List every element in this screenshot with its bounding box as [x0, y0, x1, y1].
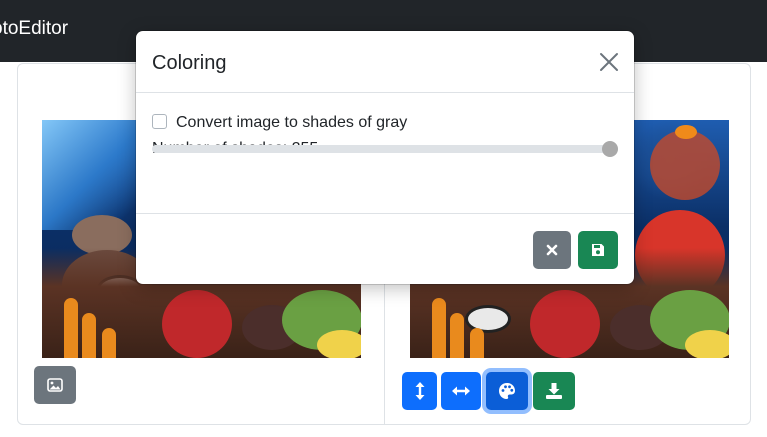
grayscale-checkbox[interactable] — [152, 114, 167, 129]
shades-slider[interactable] — [152, 145, 618, 153]
cancel-button[interactable] — [533, 231, 571, 269]
modal-title: Coloring — [152, 52, 227, 74]
close-icon — [546, 244, 558, 256]
save-icon — [592, 244, 604, 256]
save-button[interactable] — [578, 231, 618, 269]
modal-footer — [136, 214, 634, 284]
grayscale-checkbox-label[interactable]: Convert image to shades of gray — [176, 114, 407, 132]
coloring-dialog: Coloring Convert image to shades of gray… — [136, 31, 634, 284]
close-icon[interactable] — [598, 51, 620, 73]
shades-slider-thumb[interactable] — [602, 141, 618, 157]
modal-header: Coloring — [136, 31, 634, 93]
modal-body: Convert image to shades of gray Number o… — [136, 93, 634, 214]
